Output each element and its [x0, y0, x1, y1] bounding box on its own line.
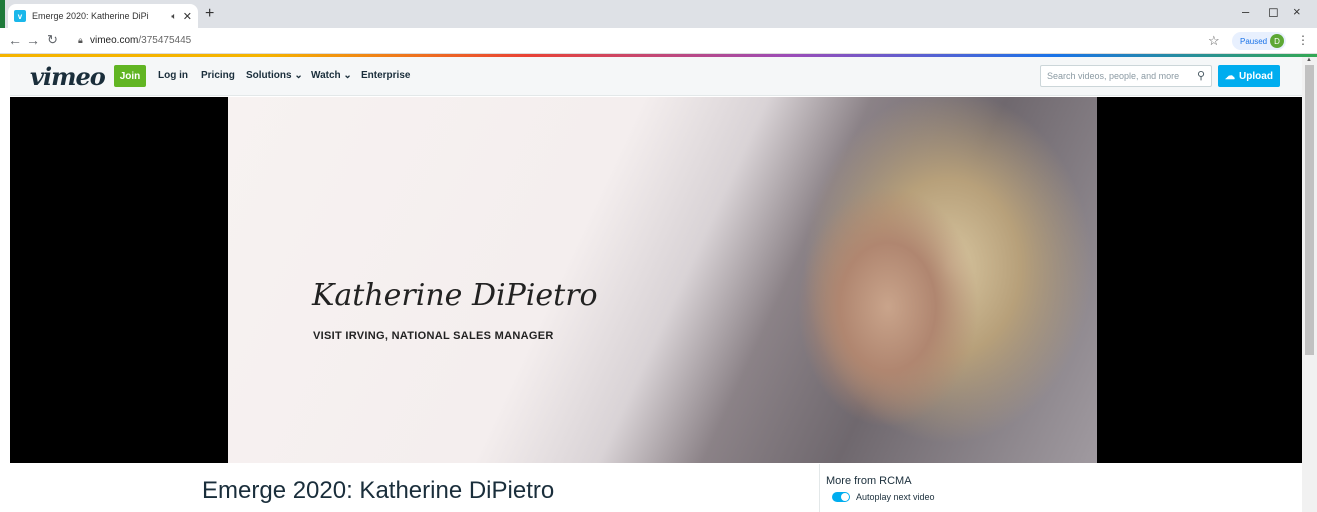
forward-arrow-icon[interactable]: →: [26, 32, 40, 48]
video-overlay-title: VISIT IRVING, NATIONAL SALES MANAGER: [313, 330, 554, 342]
bookmark-star-icon[interactable]: ☆: [1208, 33, 1220, 49]
upload-label: Upload: [1239, 70, 1273, 82]
join-button[interactable]: Join: [114, 65, 146, 87]
video-title: Emerge 2020: Katherine DiPietro: [202, 477, 555, 504]
address-bar-row: ← → ↻ 🔒︎ vimeo.com/375475445 ☆ Paused D …: [0, 28, 1317, 54]
page-scrollbar[interactable]: ▲: [1302, 57, 1317, 512]
restore-button[interactable]: ◻︎: [1268, 4, 1279, 20]
upload-button[interactable]: ☁︎ Upload: [1218, 65, 1280, 87]
tab-close-icon[interactable]: ✕: [183, 10, 192, 23]
video-player[interactable]: Katherine DiPietro VISIT IRVING, NATIONA…: [10, 97, 1302, 463]
profile-status: Paused: [1240, 36, 1268, 46]
vimeo-icon: v: [14, 10, 26, 22]
search-input[interactable]: Search videos, people, and more ⚲: [1040, 65, 1212, 87]
pricing-link[interactable]: Pricing: [201, 70, 235, 81]
autoplay-label: Autoplay next video: [856, 492, 935, 502]
new-tab-button[interactable]: +: [205, 5, 214, 23]
lock-icon[interactable]: 🔒︎: [78, 35, 83, 46]
speaker-icon[interactable]: 🔈︎: [171, 11, 176, 22]
reload-icon[interactable]: ↻: [47, 32, 58, 48]
browser-tabstrip: v Emerge 2020: Katherine DiPi 🔈︎ ✕ + – ◻…: [0, 0, 1317, 28]
video-overlay-name: Katherine DiPietro: [312, 278, 598, 313]
watch-menu[interactable]: Watch ⌄: [311, 70, 352, 81]
browser-tab[interactable]: v Emerge 2020: Katherine DiPi 🔈︎ ✕: [8, 4, 198, 28]
url-field[interactable]: vimeo.com/375475445: [90, 35, 191, 46]
login-link[interactable]: Log in: [158, 70, 188, 81]
search-icon[interactable]: ⚲: [1197, 69, 1205, 82]
minimize-button[interactable]: –: [1242, 4, 1249, 19]
solutions-menu[interactable]: Solutions ⌄: [246, 70, 303, 81]
back-arrow-icon[interactable]: ←: [8, 32, 22, 48]
vimeo-logo[interactable]: vimeo: [30, 62, 106, 91]
scroll-up-icon[interactable]: ▲: [1306, 57, 1312, 63]
more-from-heading: More from RCMA: [826, 475, 912, 487]
autoplay-toggle-row[interactable]: Autoplay next video: [832, 492, 935, 502]
vimeo-header: vimeo Join Log in Pricing Solutions ⌄ Wa…: [10, 57, 1302, 96]
avatar: D: [1270, 34, 1284, 48]
close-window-button[interactable]: ×: [1293, 4, 1301, 19]
search-placeholder: Search videos, people, and more: [1047, 71, 1180, 81]
video-frame[interactable]: Katherine DiPietro VISIT IRVING, NATIONA…: [228, 97, 1097, 463]
enterprise-link[interactable]: Enterprise: [361, 70, 410, 81]
autoplay-toggle[interactable]: [832, 492, 850, 502]
more-menu-icon[interactable]: ⋮: [1297, 33, 1309, 47]
tab-title: Emerge 2020: Katherine DiPi: [32, 11, 149, 21]
window-edge: [0, 0, 5, 28]
profile-button[interactable]: Paused D: [1232, 32, 1286, 50]
cloud-upload-icon: ☁︎: [1225, 70, 1236, 82]
sidebar-divider: [819, 464, 820, 512]
scrollbar-thumb[interactable]: [1305, 65, 1314, 355]
